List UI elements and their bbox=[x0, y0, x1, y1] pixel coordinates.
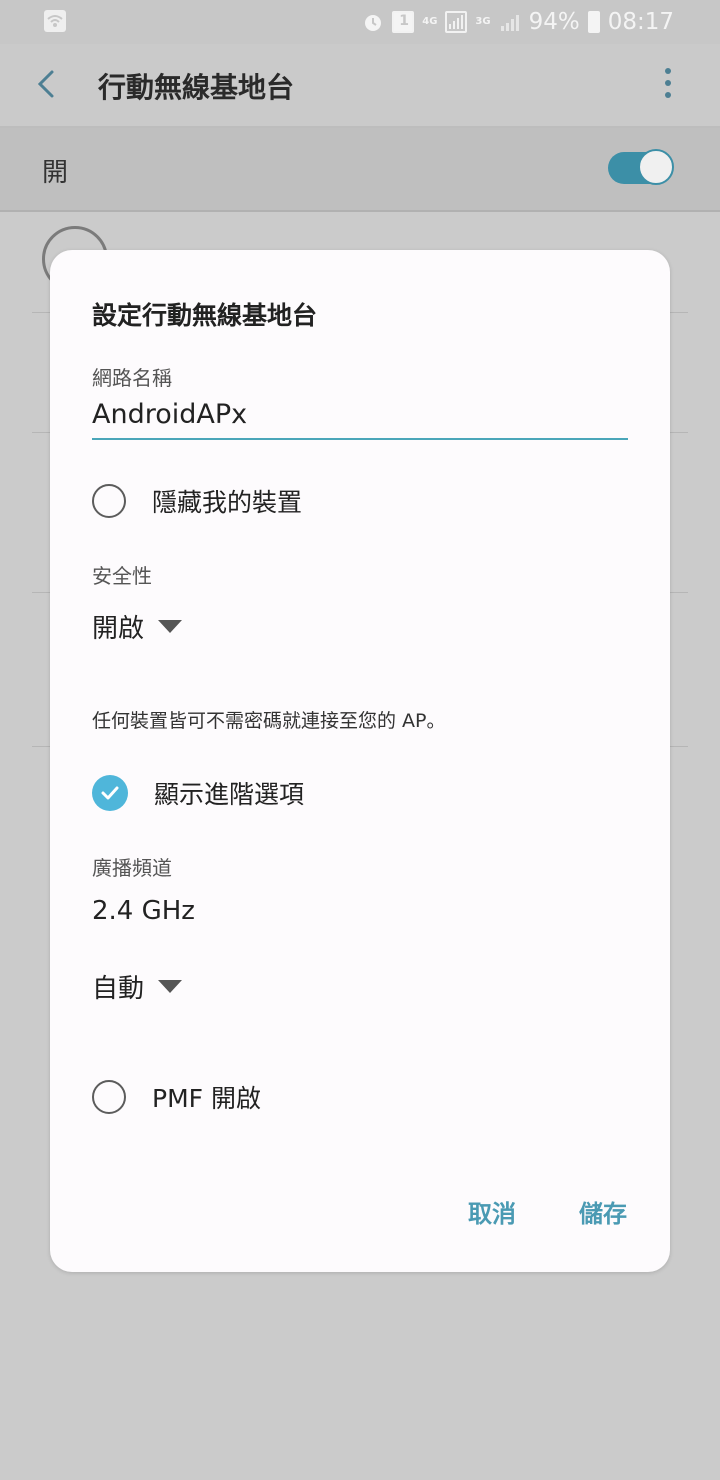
pmf-label: PMF 開啟 bbox=[152, 1084, 261, 1113]
network-type-1: 4G bbox=[422, 16, 438, 27]
radio-unchecked-icon[interactable] bbox=[92, 484, 126, 518]
sim-number: 1 bbox=[399, 13, 409, 29]
network-name-field[interactable] bbox=[92, 390, 628, 440]
status-bar: 1 4G 3G 94% 08:17 bbox=[0, 0, 720, 44]
advanced-options-option[interactable]: 顯示進階選項 bbox=[92, 773, 304, 813]
band-value: 2.4 GHz bbox=[92, 896, 195, 926]
radio-unchecked-icon[interactable] bbox=[92, 1080, 126, 1114]
save-button[interactable]: 儲存 bbox=[579, 1194, 627, 1229]
sim-icon: 1 bbox=[392, 11, 415, 33]
security-dropdown[interactable]: 開啟 bbox=[92, 608, 183, 645]
channel-dropdown[interactable]: 自動 bbox=[92, 968, 183, 1005]
signal-icon bbox=[445, 11, 468, 33]
network-type-2: 3G bbox=[475, 16, 491, 27]
hotspot-switch-label: 開 bbox=[42, 158, 69, 188]
channel-value: 自動 bbox=[92, 974, 145, 1004]
more-options-icon[interactable] bbox=[662, 68, 674, 104]
security-description: 任何裝置皆可不需密碼就連接至您的 AP。 bbox=[92, 710, 446, 732]
hotspot-switch-row[interactable]: 開 bbox=[0, 128, 720, 212]
dialog-title: 設定行動無線基地台 bbox=[92, 301, 318, 330]
hide-device-option[interactable]: 隱藏我的裝置 bbox=[92, 481, 302, 521]
signal-icon-2 bbox=[499, 11, 521, 33]
hotspot-toggle[interactable] bbox=[608, 149, 674, 187]
pmf-option[interactable]: PMF 開啟 bbox=[92, 1077, 261, 1117]
broadcast-channel-label: 廣播頻道 bbox=[92, 856, 172, 880]
battery-icon bbox=[587, 11, 600, 33]
checkmark-icon[interactable] bbox=[92, 775, 128, 811]
app-bar: 行動無線基地台 bbox=[0, 44, 720, 128]
cancel-button[interactable]: 取消 bbox=[468, 1194, 516, 1229]
status-icons: 1 4G 3G 94% 08:17 bbox=[362, 6, 674, 38]
alarm-icon bbox=[362, 11, 384, 33]
battery-percent: 94% bbox=[528, 9, 580, 35]
security-value: 開啟 bbox=[92, 614, 145, 644]
back-arrow-icon[interactable] bbox=[30, 66, 66, 102]
dropdown-arrow-icon bbox=[158, 980, 183, 993]
hide-device-label: 隱藏我的裝置 bbox=[152, 488, 303, 517]
page-title: 行動無線基地台 bbox=[98, 71, 295, 104]
dropdown-arrow-icon bbox=[158, 620, 183, 633]
advanced-options-label: 顯示進階選項 bbox=[154, 780, 305, 809]
security-label: 安全性 bbox=[92, 564, 152, 588]
hotspot-config-dialog: 設定行動無線基地台 網路名稱 隱藏我的裝置 安全性 開啟 任何裝置皆可不需密碼就… bbox=[50, 250, 670, 1272]
network-name-label: 網路名稱 bbox=[92, 366, 172, 390]
clock: 08:17 bbox=[607, 9, 674, 35]
wifi-hotspot-icon bbox=[44, 10, 66, 32]
